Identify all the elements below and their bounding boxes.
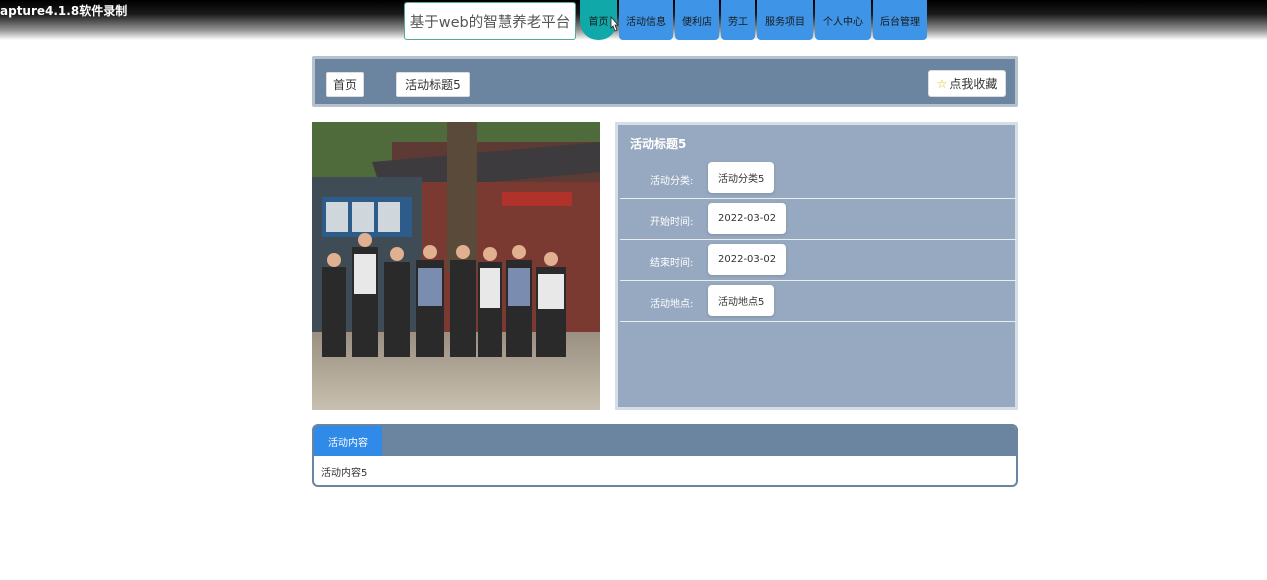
favorite-label: 点我收藏	[949, 77, 998, 91]
detail-title: 活动标题5	[630, 137, 687, 151]
nav-item-activities[interactable]: 活动信息	[619, 0, 673, 40]
nav-item-store[interactable]: 便利店	[675, 0, 719, 40]
row-label: 结束时间:	[650, 258, 694, 269]
row-label: 活动地点:	[650, 299, 694, 310]
nav-item-admin[interactable]: 后台管理	[873, 0, 927, 40]
row-value: 活动分类5	[708, 162, 775, 193]
breadcrumb: 首页 活动标题5 ☆ 点我收藏	[312, 56, 1018, 107]
top-nav: 首页 活动信息 便利店 劳工 服务项目 个人中心 后台管理	[580, 0, 929, 40]
content-section: 活动内容 活动内容5	[312, 424, 1018, 487]
tab-bar: 活动内容	[314, 426, 1016, 456]
nav-item-services[interactable]: 服务项目	[757, 0, 813, 40]
row-value: 2022-03-02	[708, 244, 787, 275]
recorder-label: apture4.1.8软件录制	[0, 4, 128, 18]
detail-panel: 活动标题5 活动分类: 活动分类5 开始时间: 2022-03-02 结束时间:…	[615, 122, 1018, 410]
detail-row-start-time: 开始时间: 2022-03-02	[620, 199, 1016, 240]
detail-row-location: 活动地点: 活动地点5	[620, 281, 1016, 322]
row-value: 活动地点5	[708, 285, 775, 316]
favorite-button[interactable]: ☆ 点我收藏	[928, 70, 1006, 97]
row-label: 活动分类:	[650, 176, 694, 187]
breadcrumb-current[interactable]: 活动标题5	[396, 72, 470, 97]
nav-item-profile[interactable]: 个人中心	[815, 0, 871, 40]
page: apture4.1.8软件录制 基于web的智慧养老平台 首页 活动信息 便利店…	[0, 0, 1267, 580]
tab-activity-content[interactable]: 活动内容	[314, 426, 382, 456]
mouse-cursor-icon	[610, 16, 619, 32]
detail-row-category: 活动分类: 活动分类5	[620, 158, 1016, 199]
content-body: 活动内容5	[321, 468, 368, 479]
star-icon: ☆	[936, 76, 948, 91]
nav-item-labor[interactable]: 劳工	[721, 0, 755, 40]
site-title[interactable]: 基于web的智慧养老平台	[404, 2, 576, 40]
row-value: 2022-03-02	[708, 203, 787, 234]
detail-row-end-time: 结束时间: 2022-03-02	[620, 240, 1016, 281]
breadcrumb-home[interactable]: 首页	[326, 72, 364, 97]
row-label: 开始时间:	[650, 217, 694, 228]
activity-photo	[312, 122, 600, 410]
